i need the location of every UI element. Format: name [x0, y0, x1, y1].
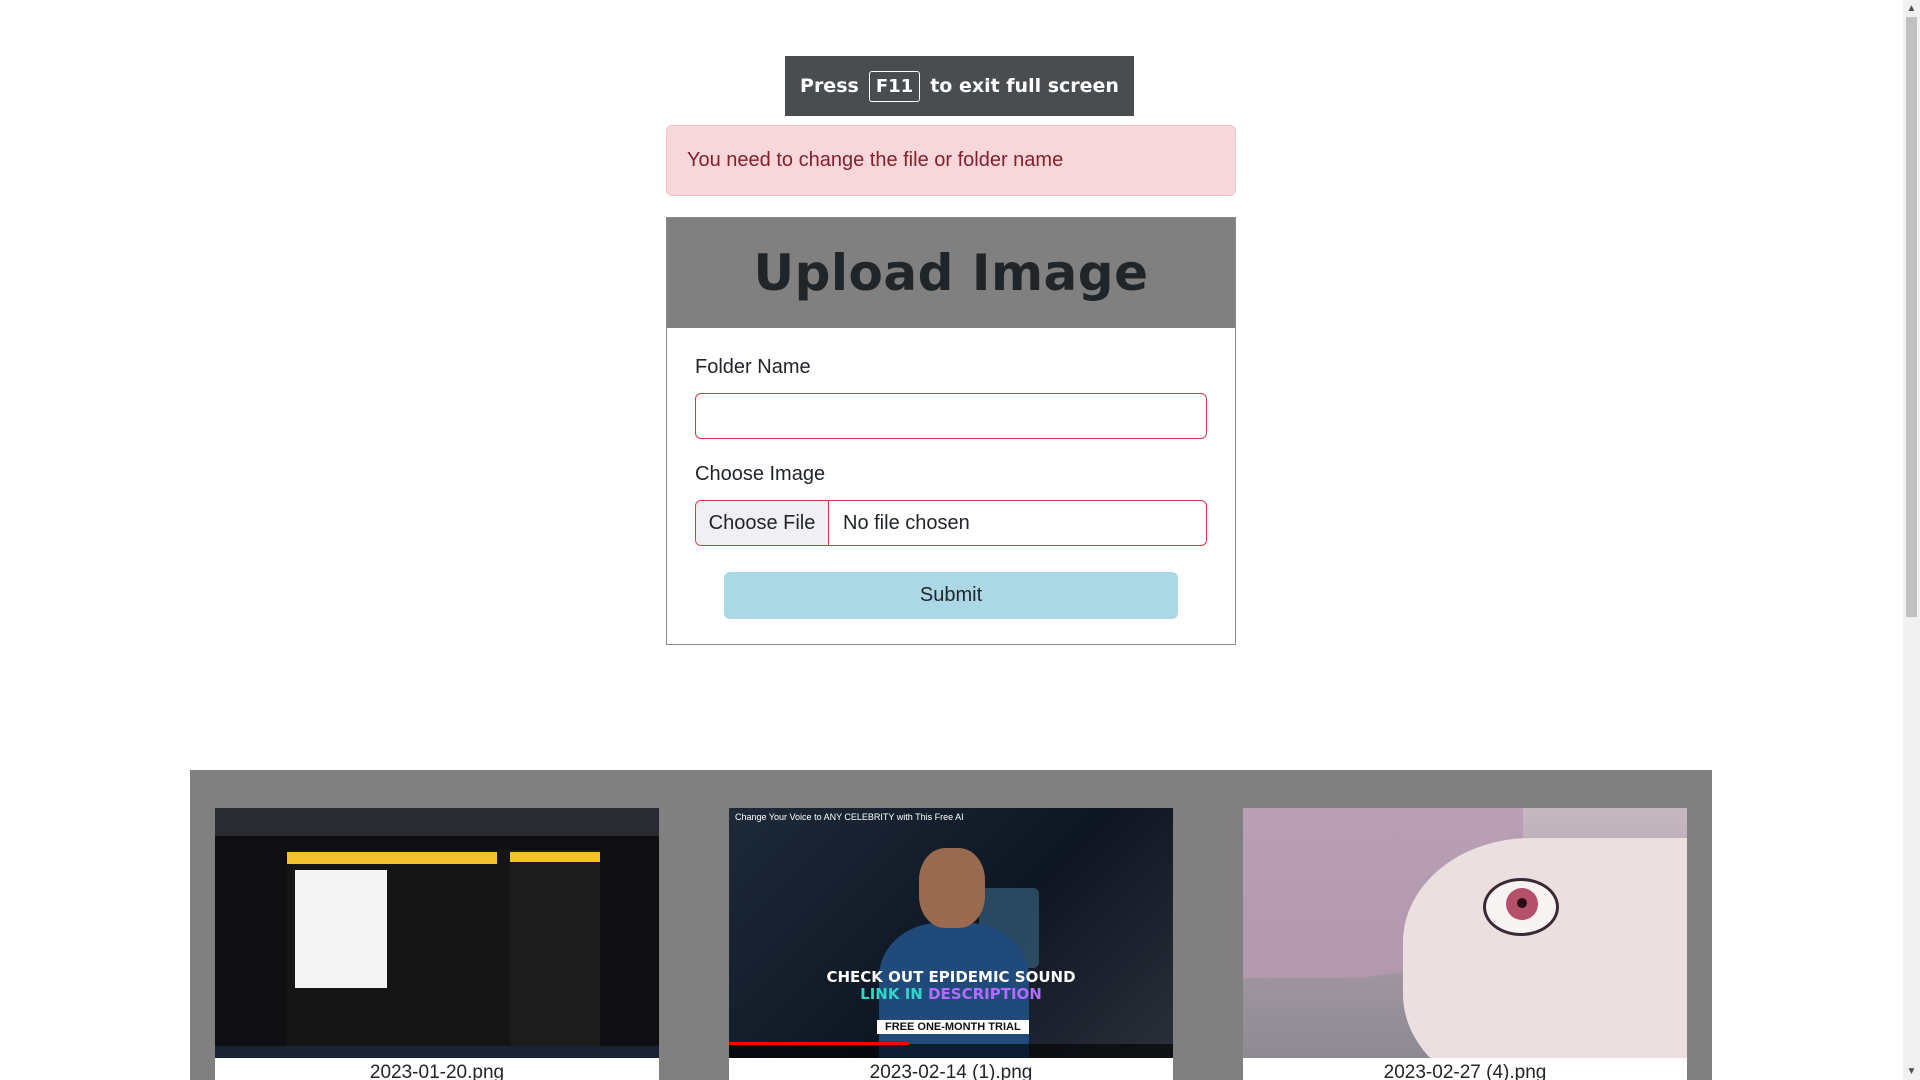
thumb-video-title: Change Your Voice to ANY CELEBRITY with … [735, 812, 964, 822]
submit-button[interactable]: Submit [724, 572, 1178, 619]
scroll-up-arrow-icon[interactable]: ▲ [1903, 0, 1920, 17]
gallery-thumbnail[interactable] [1243, 808, 1687, 1058]
thumb-yellow-header [287, 852, 497, 864]
toast-suffix-text: to exit full screen [930, 75, 1119, 97]
scrollbar-thumb[interactable] [1906, 17, 1917, 617]
choose-file-button[interactable]: Choose File [696, 501, 829, 545]
scroll-down-arrow-icon[interactable]: ▼ [1903, 1063, 1920, 1080]
gallery-caption: 2023-01-20.png [369, 1062, 505, 1080]
thumb-face [1403, 838, 1687, 1058]
thumb-poster [295, 870, 387, 988]
fullscreen-exit-toast: Press F11 to exit full screen [785, 56, 1134, 116]
gallery-item[interactable]: 2023-01-20.png [215, 808, 659, 1080]
image-gallery: 2023-01-20.png Change Your Voice to ANY … [190, 770, 1712, 1080]
card-header: Upload Image [667, 218, 1235, 328]
alert-message: You need to change the file or folder na… [687, 149, 1064, 171]
gallery-item[interactable]: 2023-02-27 (4).png [1243, 808, 1687, 1080]
gallery-thumbnail[interactable] [215, 808, 659, 1058]
gallery-caption: 2023-02-27 (4).png [1383, 1062, 1547, 1080]
thumb-sidebar [510, 850, 600, 1050]
toast-key-badge: F11 [868, 70, 921, 102]
page-scrollbar[interactable]: ▲ ▼ [1903, 0, 1920, 1080]
folder-name-label: Folder Name [695, 356, 811, 378]
thumb-player-controls [729, 1044, 1173, 1058]
thumb-trial-badge: FREE ONE-MONTH TRIAL [877, 1020, 1029, 1034]
thumb-description: DESCRIPTION [928, 985, 1042, 1003]
thumb-person-head [919, 848, 985, 928]
page-title: Upload Image [753, 244, 1149, 302]
choose-image-label: Choose Image [695, 463, 826, 485]
image-file-input[interactable]: Choose File No file chosen [695, 500, 1207, 546]
file-status-text: No file chosen [843, 511, 970, 534]
thumb-overlay-text: CHECK OUT EPIDEMIC SOUND [826, 968, 1076, 986]
upload-card: Upload Image Folder Name Choose Image Ch… [666, 217, 1236, 645]
gallery-thumbnail[interactable]: Change Your Voice to ANY CELEBRITY with … [729, 808, 1173, 1058]
thumb-overlay-text-2: LINK IN DESCRIPTION [729, 985, 1173, 1003]
toast-press-text: Press [800, 75, 859, 97]
folder-name-input[interactable] [695, 393, 1207, 439]
thumb-browser-bar [215, 808, 659, 836]
error-alert: You need to change the file or folder na… [666, 125, 1236, 196]
gallery-item[interactable]: Change Your Voice to ANY CELEBRITY with … [729, 808, 1173, 1080]
thumb-pupil [1517, 898, 1527, 908]
thumb-taskbar [215, 1046, 659, 1058]
thumb-link-in: LINK IN [860, 985, 923, 1003]
gallery-caption: 2023-02-14 (1).png [869, 1062, 1033, 1080]
thumb-sidebar-header [510, 852, 600, 862]
thumb-progress-bar [729, 1042, 909, 1045]
